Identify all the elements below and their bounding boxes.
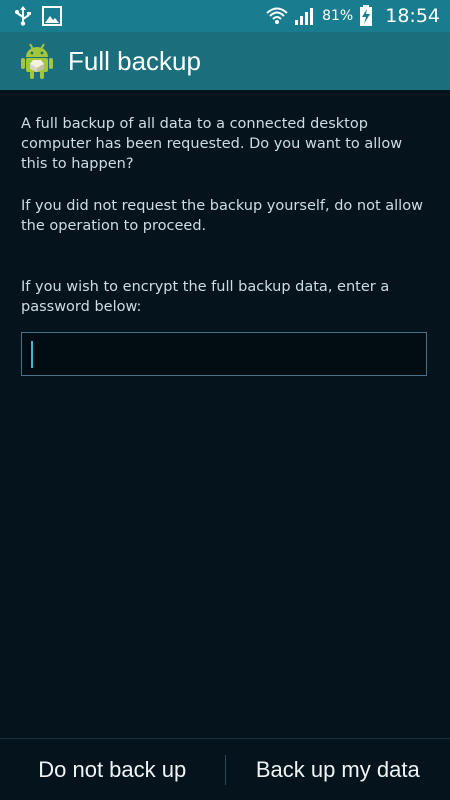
status-bar: 81% 18:54 bbox=[0, 0, 450, 32]
signal-icon bbox=[294, 6, 316, 26]
usb-icon bbox=[14, 6, 32, 26]
status-clock: 18:54 bbox=[385, 5, 440, 27]
backup-warning-text: If you did not request the backup yourse… bbox=[21, 198, 423, 234]
image-notification-icon bbox=[42, 6, 62, 26]
encrypt-instruction-text: If you wish to encrypt the full backup d… bbox=[21, 279, 390, 315]
text-caret bbox=[31, 341, 33, 368]
back-up-my-data-button[interactable]: Back up my data bbox=[226, 739, 450, 800]
password-input[interactable] bbox=[21, 332, 427, 376]
android-icon bbox=[20, 42, 54, 80]
page-title: Full backup bbox=[68, 45, 201, 76]
battery-percent: 81% bbox=[322, 8, 354, 24]
backup-request-text: A full backup of all data to a connected… bbox=[21, 116, 403, 172]
do-not-back-up-button[interactable]: Do not back up bbox=[0, 739, 225, 800]
full-backup-screen: 81% 18:54 Full backup A full backup of a… bbox=[0, 0, 450, 800]
status-right: 81% 18:54 bbox=[266, 5, 440, 27]
button-bar: Do not back up Back up my data bbox=[0, 738, 450, 800]
action-bar: Full backup bbox=[0, 32, 450, 90]
wifi-icon bbox=[266, 6, 288, 26]
status-left bbox=[14, 6, 62, 26]
battery-charging-icon bbox=[359, 5, 373, 27]
